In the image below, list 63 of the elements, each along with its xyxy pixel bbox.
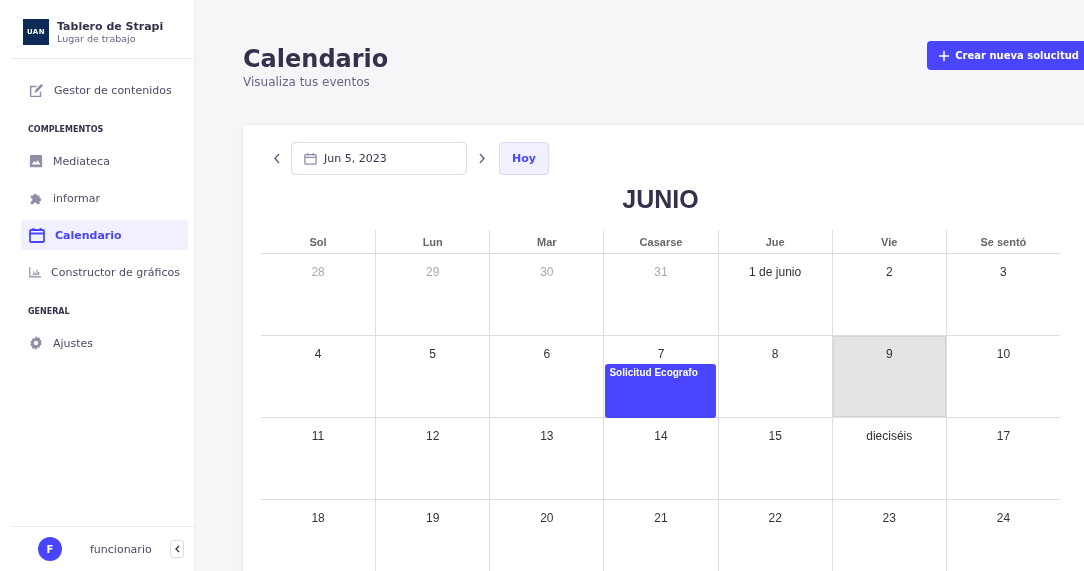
weekday-header: Vie <box>831 230 946 254</box>
settings-icon <box>29 336 43 350</box>
image-icon <box>29 154 43 168</box>
day-number[interactable]: 15 <box>768 429 782 443</box>
chevron-left-icon <box>174 545 180 553</box>
day-number[interactable]: 17 <box>996 429 1011 443</box>
sidebar-item[interactable]: Ajustes <box>21 328 188 358</box>
day-number[interactable]: 20 <box>540 511 554 525</box>
day-number[interactable]: 5 <box>429 347 437 361</box>
user-avatar[interactable]: F <box>38 537 62 561</box>
day-number[interactable]: 11 <box>311 429 325 443</box>
day-number[interactable]: 9 <box>885 347 893 361</box>
day-number[interactable]: 10 <box>996 347 1011 361</box>
weekday-header: Jue <box>717 230 832 254</box>
calendar-icon <box>304 152 317 165</box>
chevron-right-icon[interactable] <box>478 153 486 164</box>
day-number[interactable]: dieciséis <box>866 429 913 443</box>
app-title: Tablero de Strapi <box>57 20 164 33</box>
sidebar-item[interactable]: informar <box>21 183 188 213</box>
sidebar-item[interactable]: Calendario <box>21 220 188 250</box>
sidebar-item[interactable]: Gestor de contenidos <box>21 75 188 105</box>
day-number[interactable]: 21 <box>654 511 668 525</box>
day-number[interactable]: 22 <box>768 511 782 525</box>
day-number[interactable]: 23 <box>882 511 896 525</box>
calendar-event[interactable]: Solicitud Ecografo <box>605 364 716 418</box>
today-button[interactable]: Hoy <box>499 142 549 175</box>
page-title: Calendario <box>243 45 389 73</box>
sidebar-item[interactable]: Mediateca <box>21 146 188 176</box>
day-number[interactable]: 14 <box>654 429 668 443</box>
weekday-header: Lun <box>375 230 490 254</box>
puzzle-icon <box>29 191 43 205</box>
day-number[interactable]: 18 <box>311 511 325 525</box>
date-value: Jun 5, 2023 <box>324 152 387 165</box>
day-number[interactable]: 1 de junio <box>749 265 802 279</box>
weekday-header: Casarse <box>603 230 718 254</box>
chevron-left-icon[interactable] <box>272 153 280 164</box>
collapse-button[interactable] <box>170 540 184 558</box>
day-number[interactable]: 12 <box>426 429 440 443</box>
workspace-label: Lugar de trabajo <box>57 33 137 44</box>
day-number[interactable]: 24 <box>996 511 1011 525</box>
day-number[interactable]: 19 <box>426 511 440 525</box>
day-number[interactable]: 6 <box>543 347 551 361</box>
bar-chart-icon <box>29 265 42 279</box>
calendar-icon <box>29 227 45 243</box>
section-heading: GENERAL <box>27 306 71 318</box>
weekday-header: Se sentó <box>945 230 1060 254</box>
user-name: funcionario <box>90 542 153 556</box>
pen-icon <box>29 82 44 98</box>
day-number[interactable]: 7 <box>657 347 665 361</box>
month-title: JUNIO <box>621 185 700 214</box>
sidebar-item[interactable]: Constructor de gráficos <box>21 257 188 287</box>
section-heading: COMPLEMENTOS <box>27 124 105 136</box>
day-number[interactable]: 13 <box>540 429 554 443</box>
weekday-header: Sol <box>261 230 376 254</box>
date-field[interactable]: Jun 5, 2023 <box>291 142 467 175</box>
day-number[interactable]: 2 <box>885 265 893 279</box>
weekday-header: Mar <box>489 230 604 254</box>
day-number[interactable]: 4 <box>314 347 322 361</box>
page-subtitle: Visualiza tus eventos <box>243 75 371 89</box>
day-number[interactable]: 3 <box>1000 265 1007 279</box>
day-number[interactable]: 8 <box>771 347 779 361</box>
plus-icon <box>939 50 950 61</box>
create-request-button[interactable]: Crear nueva solucitud <box>927 41 1084 70</box>
